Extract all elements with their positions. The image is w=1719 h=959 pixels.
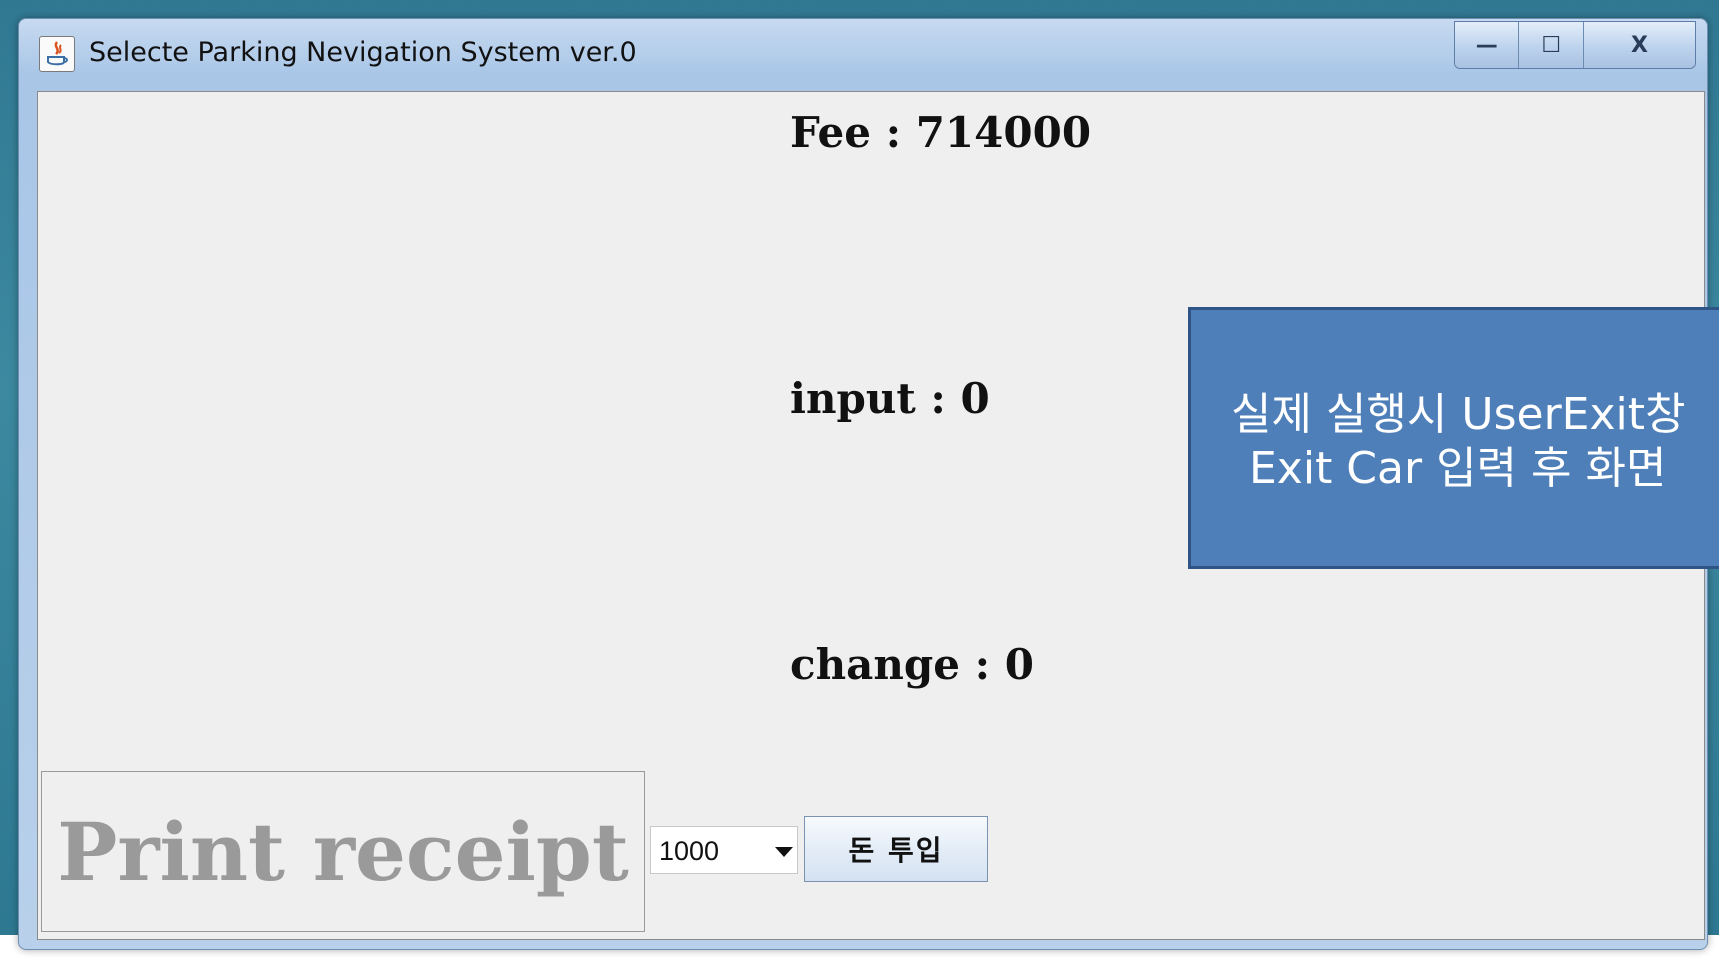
insert-money-label: 돈 투입 [848,834,944,867]
insert-money-button[interactable]: 돈 투입 [804,816,988,882]
minimize-button[interactable]: — [1455,22,1520,68]
coin-amount-value: 1000 [659,836,720,866]
maximize-button[interactable]: ☐ [1519,22,1584,68]
print-receipt-label: Print receipt [57,804,629,899]
title-bar[interactable]: Selecte Parking Nevigation System ver.0 … [19,19,1707,89]
change-label: change : 0 [790,640,1034,689]
java-app-icon [39,36,75,72]
window-title: Selecte Parking Nevigation System ver.0 [89,37,637,68]
annotation-callout: 실제 실행시 UserExit창 Exit Car 입력 후 화면 [1188,307,1719,569]
maximize-icon: ☐ [1541,32,1562,58]
minimize-icon: — [1475,32,1498,58]
coin-amount-select[interactable]: 1000 [650,826,798,874]
print-receipt-button[interactable]: Print receipt [41,771,645,932]
input-label: input : 0 [790,374,990,423]
annotation-line-2: Exit Car 입력 후 화면 [1249,443,1667,494]
fee-label: Fee : 714000 [790,108,1092,157]
window-controls: — ☐ X [1454,21,1696,69]
close-button[interactable]: X [1583,22,1695,68]
close-icon: X [1630,32,1648,58]
chevron-down-icon [775,847,793,857]
